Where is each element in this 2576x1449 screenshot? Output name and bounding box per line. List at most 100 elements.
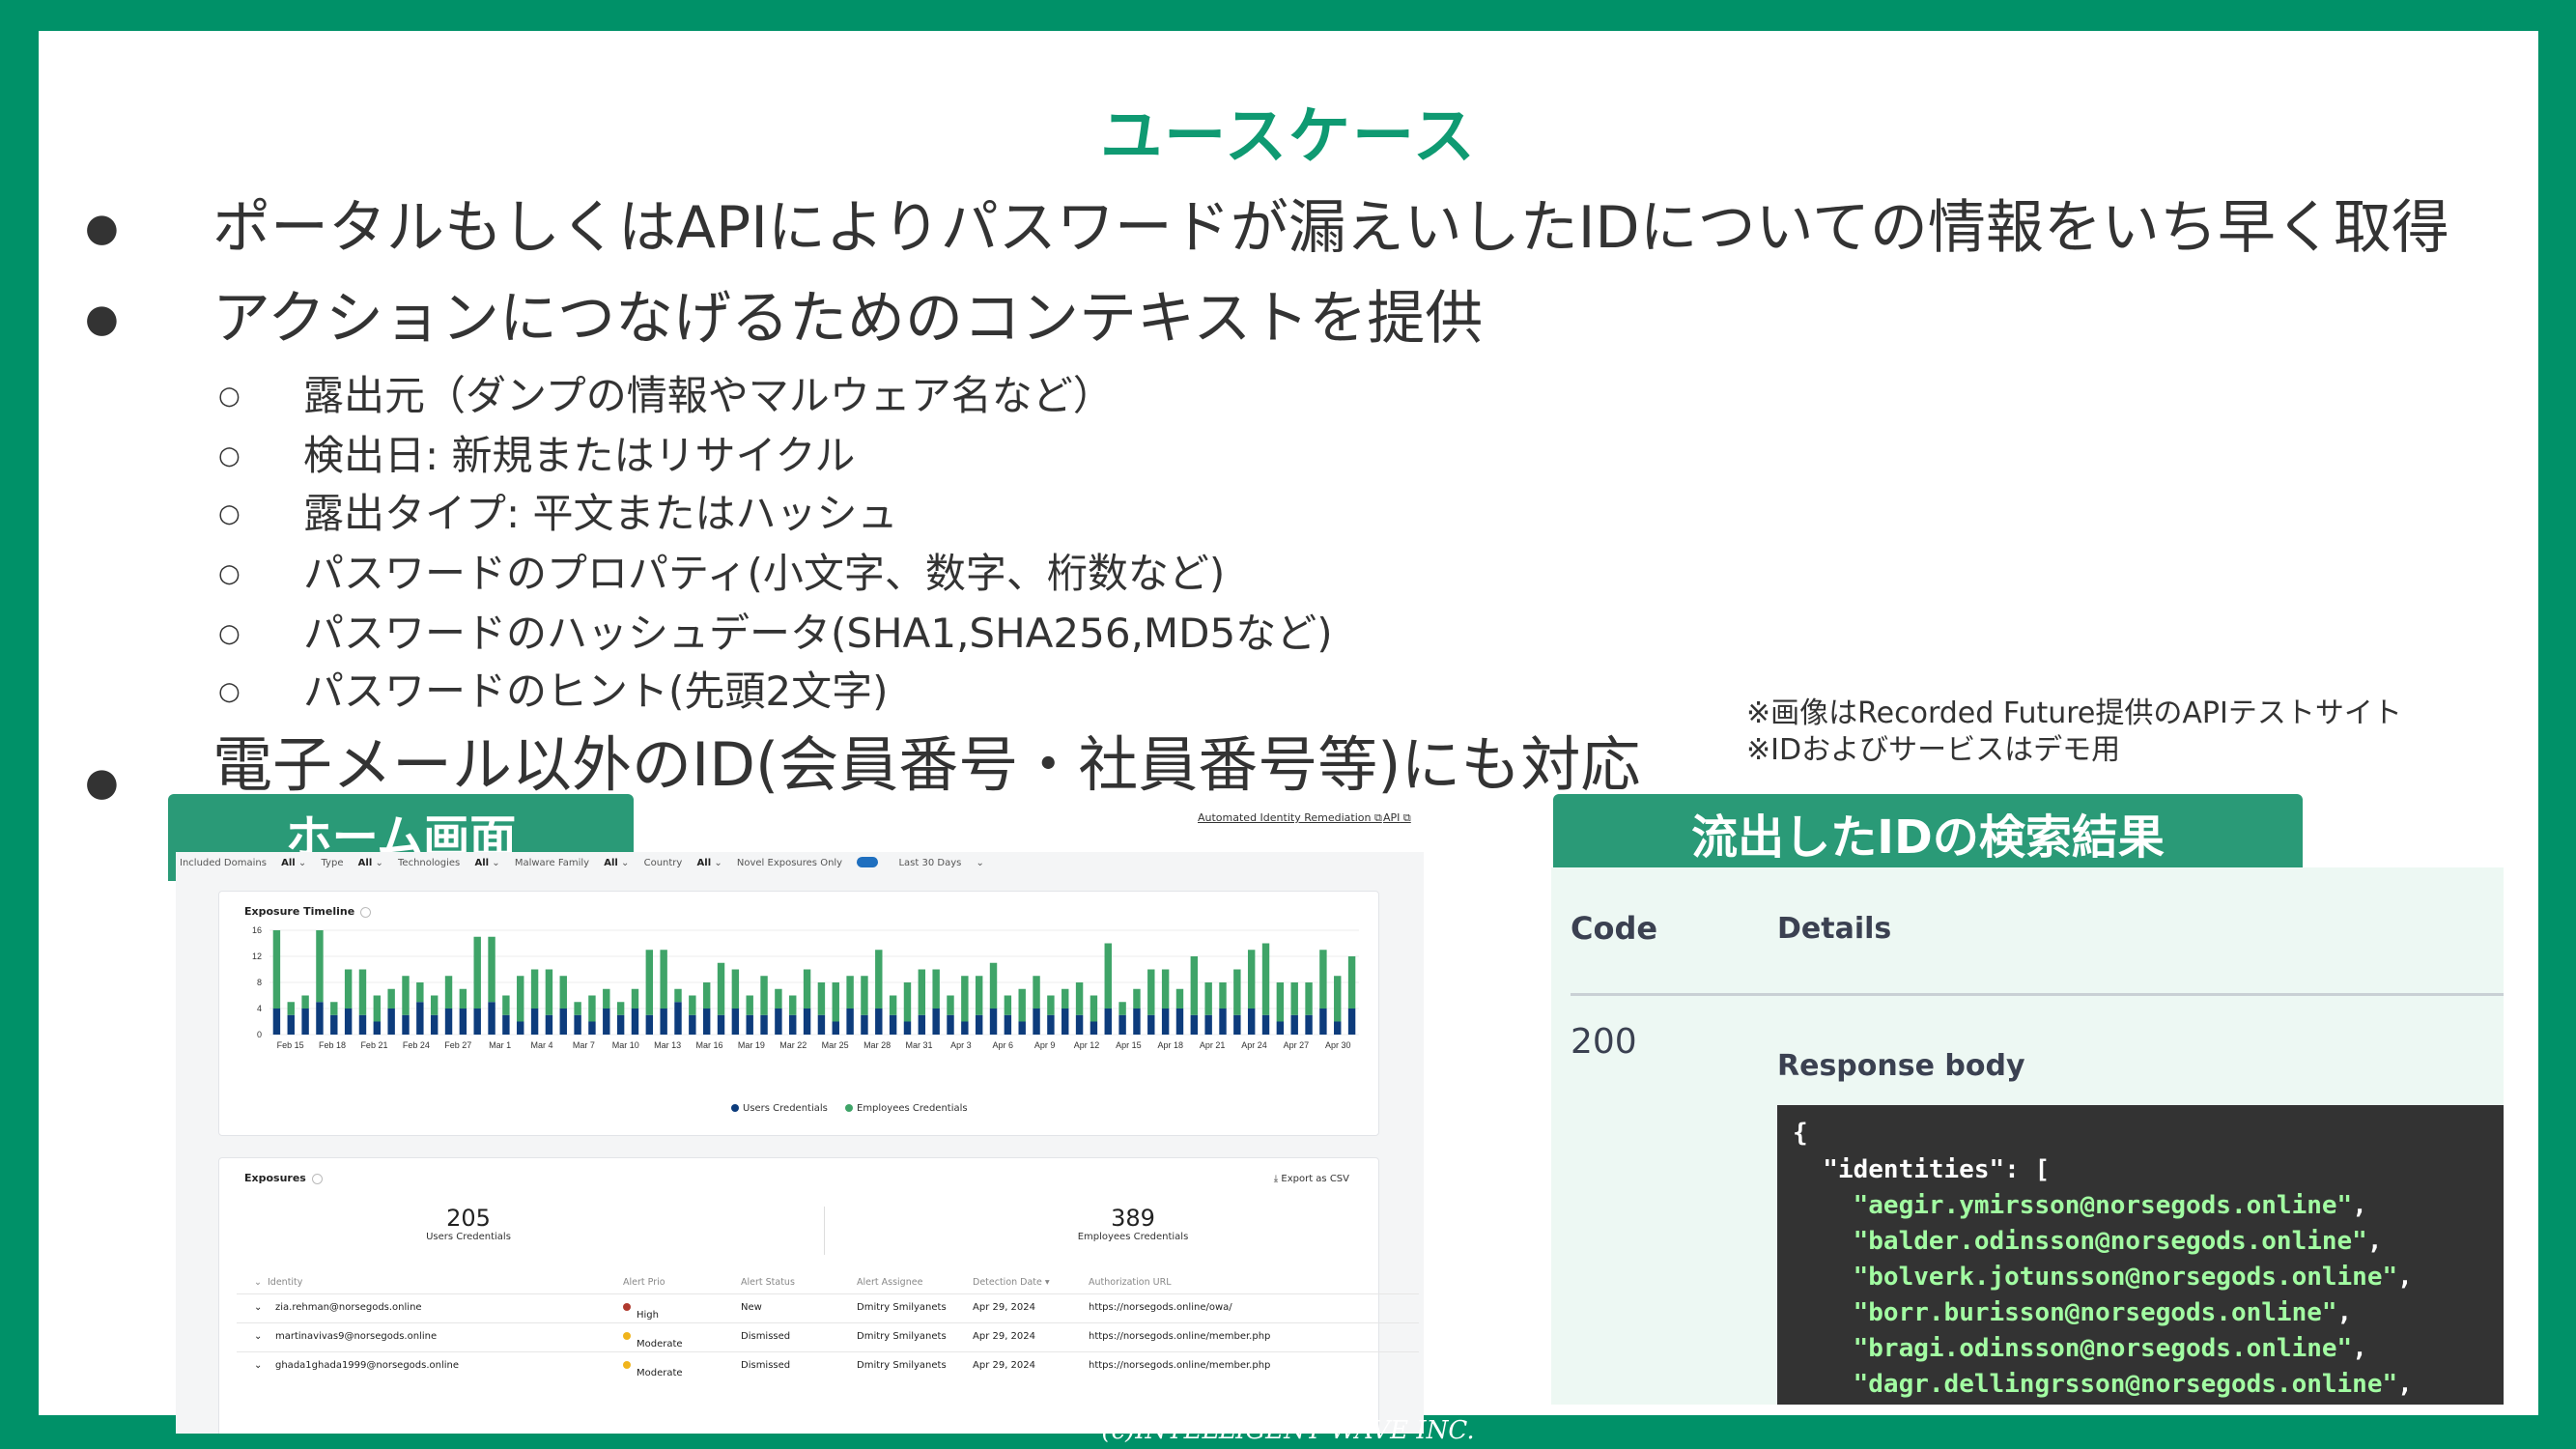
bar-employees-credentials[interactable] [559,976,567,1009]
bar-users-credentials[interactable] [1290,1014,1298,1035]
bar-users-credentials[interactable] [817,1014,826,1035]
bar-users-credentials[interactable] [961,1021,969,1036]
filter-technologies[interactable]: Technologies All ⌄ [398,858,500,868]
bar-users-credentials[interactable] [344,1009,353,1035]
bar-employees-credentials[interactable] [588,995,596,1022]
bar-employees-credentials[interactable] [488,936,495,1003]
bar-employees-credentials[interactable] [975,976,983,1015]
bar-employees-credentials[interactable] [1062,988,1069,1009]
bar-employees-credentials[interactable] [861,976,868,1015]
bar-users-credentials[interactable] [1276,1021,1285,1036]
bar-employees-credentials[interactable] [660,950,667,1009]
bar-users-credentials[interactable] [1104,1009,1112,1035]
export-csv-button[interactable]: ⤓ Export as CSV [1274,1174,1349,1184]
bar-employees-credentials[interactable] [1290,982,1298,1015]
bar-users-credentials[interactable] [903,1021,912,1036]
bar-employees-credentials[interactable] [645,950,654,1015]
bar-employees-credentials[interactable] [416,982,424,1003]
expand-chevron-icon[interactable]: ⌄ [254,1302,262,1313]
bar-users-credentials[interactable] [631,1009,639,1035]
bar-employees-credentials[interactable] [1018,988,1026,1022]
bar-employees-credentials[interactable] [272,930,281,1009]
bar-users-credentials[interactable] [989,1009,998,1035]
col-alert-prio[interactable]: Alert Prio [623,1277,665,1288]
bar-employees-credentials[interactable] [674,988,682,1003]
bar-employees-credentials[interactable] [1118,1002,1126,1015]
filter-country[interactable]: Country All ⌄ [644,858,722,868]
bar-employees-credentials[interactable] [760,976,768,1015]
bar-users-credentials[interactable] [932,1009,940,1035]
bar-employees-credentials[interactable] [989,962,998,1009]
col-alert-assignee[interactable]: Alert Assignee [857,1277,922,1288]
col-detection-date[interactable]: Detection Date ▾ [973,1277,1050,1288]
bar-users-credentials[interactable] [645,1014,654,1035]
bar-employees-credentials[interactable] [402,976,410,1015]
bar-users-credentials[interactable] [975,1014,983,1035]
bar-users-credentials[interactable] [530,1009,539,1035]
bar-users-credentials[interactable] [1118,1014,1126,1035]
bar-employees-credentials[interactable] [689,995,696,1015]
bar-users-credentials[interactable] [846,1009,854,1035]
bar-users-credentials[interactable] [1147,1014,1155,1035]
bar-employees-credentials[interactable] [316,930,324,1003]
expand-chevron-icon[interactable]: ⌄ [254,1360,262,1371]
bar-employees-credentials[interactable] [1233,969,1241,1015]
bar-employees-credentials[interactable] [530,969,539,1009]
bar-users-credentials[interactable] [861,1014,868,1035]
bar-users-credentials[interactable] [1305,1014,1313,1035]
bar-employees-credentials[interactable] [444,976,453,1009]
bar-users-credentials[interactable] [1233,1014,1241,1035]
bar-employees-credentials[interactable] [702,982,711,1009]
bar-users-credentials[interactable] [588,1021,596,1036]
bar-users-credentials[interactable] [832,1021,839,1036]
bar-employees-credentials[interactable] [603,988,610,1009]
filter-malware-family[interactable]: Malware Family All ⌄ [515,858,630,868]
bar-users-credentials[interactable] [1161,1009,1170,1035]
bar-employees-credentials[interactable] [330,1002,338,1015]
bar-employees-credentials[interactable] [775,988,782,1009]
bar-employees-credentials[interactable] [473,936,481,1009]
bar-employees-credentials[interactable] [731,969,740,1009]
bar-users-credentials[interactable] [689,1014,696,1035]
toggle-switch[interactable] [857,857,879,867]
bar-employees-credentials[interactable] [789,995,797,1015]
bar-users-credentials[interactable] [1062,1009,1069,1035]
bar-users-credentials[interactable] [1047,1014,1055,1035]
bar-employees-credentials[interactable] [1261,943,1270,1015]
bar-users-credentials[interactable] [316,1002,324,1035]
bar-employees-credentials[interactable] [1175,988,1184,1009]
bar-employees-credentials[interactable] [889,995,897,1015]
table-row[interactable]: ⌄ zia.rehman@norsegods.online High New D… [237,1293,1419,1323]
bar-employees-credentials[interactable] [1133,988,1141,1009]
bar-users-credentials[interactable] [517,1021,524,1036]
bar-employees-credentials[interactable] [574,1002,581,1015]
bar-users-credentials[interactable] [559,1009,567,1035]
bar-employees-credentials[interactable] [344,969,353,1009]
bar-employees-credentials[interactable] [459,988,467,1009]
bar-users-credentials[interactable] [760,1014,768,1035]
bar-employees-credentials[interactable] [517,976,524,1022]
bar-employees-credentials[interactable] [918,969,926,1015]
bar-employees-credentials[interactable] [1047,995,1055,1015]
bar-employees-credentials[interactable] [1319,950,1327,1009]
bar-employees-credentials[interactable] [1075,982,1084,1015]
bar-users-credentials[interactable] [272,1009,281,1035]
bar-employees-credentials[interactable] [947,995,954,1015]
bar-users-credentials[interactable] [473,1009,481,1035]
bar-users-credentials[interactable] [746,1014,753,1035]
bar-users-credentials[interactable] [1261,1014,1270,1035]
col-authorization-url[interactable]: Authorization URL [1089,1277,1172,1288]
filter-type[interactable]: Type All ⌄ [322,858,383,868]
col-alert-status[interactable]: Alert Status [741,1277,795,1288]
bar-users-credentials[interactable] [1247,1009,1256,1035]
bar-users-credentials[interactable] [1075,1014,1084,1035]
bar-employees-credentials[interactable] [1305,982,1313,1015]
bar-employees-credentials[interactable] [287,1002,295,1015]
bar-users-credentials[interactable] [330,1014,338,1035]
api-link[interactable]: API ⧉ [1383,811,1411,825]
bar-employees-credentials[interactable] [1161,969,1170,1009]
bar-employees-credentials[interactable] [817,982,826,1015]
bar-users-credentials[interactable] [1133,1009,1141,1035]
bar-employees-credentials[interactable] [1247,950,1256,1009]
bar-employees-credentials[interactable] [846,976,854,1009]
